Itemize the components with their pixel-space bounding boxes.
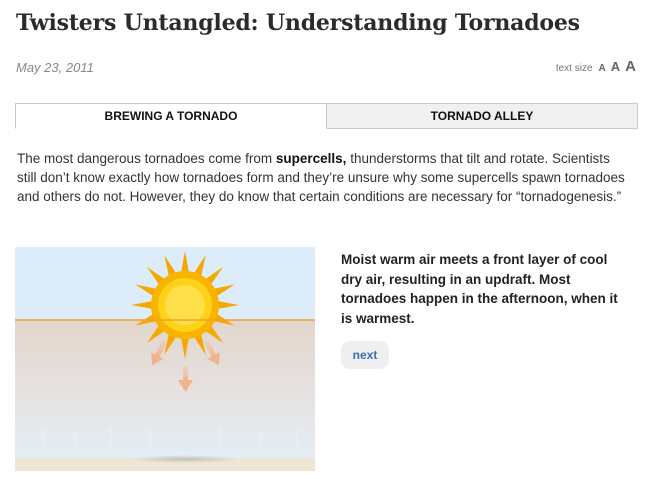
slide-caption: Moist warm air meets a front layer of co… bbox=[341, 252, 618, 326]
tab-tornado-alley[interactable]: TORNADO ALLEY bbox=[327, 103, 638, 129]
tab-bar: BREWING A TORNADO TORNADO ALLEY bbox=[15, 103, 638, 129]
article-date: May 23, 2011 bbox=[16, 60, 94, 75]
sun-icon bbox=[131, 251, 239, 359]
illustration-svg bbox=[15, 247, 315, 471]
tornado-illustration bbox=[15, 247, 315, 471]
text-size-small-button[interactable]: A bbox=[599, 63, 606, 74]
ground-shadow bbox=[130, 455, 240, 463]
tab-brewing-a-tornado[interactable]: BREWING A TORNADO bbox=[15, 103, 327, 129]
intro-paragraph: The most dangerous tornadoes come from s… bbox=[17, 149, 627, 206]
next-button[interactable]: next bbox=[341, 341, 389, 369]
text-size-label: text size bbox=[555, 63, 593, 74]
article-title: Twisters Untangled: Understanding Tornad… bbox=[16, 10, 580, 36]
warm-air-layer bbox=[15, 320, 315, 460]
intro-bold-term: supercells, bbox=[275, 151, 347, 166]
intro-text-1: The most dangerous tornadoes come from bbox=[17, 151, 276, 166]
text-size-large-button[interactable]: A bbox=[625, 58, 636, 75]
text-size-medium-button[interactable]: A bbox=[611, 59, 620, 74]
text-size-controls: text size A A A bbox=[556, 58, 636, 75]
